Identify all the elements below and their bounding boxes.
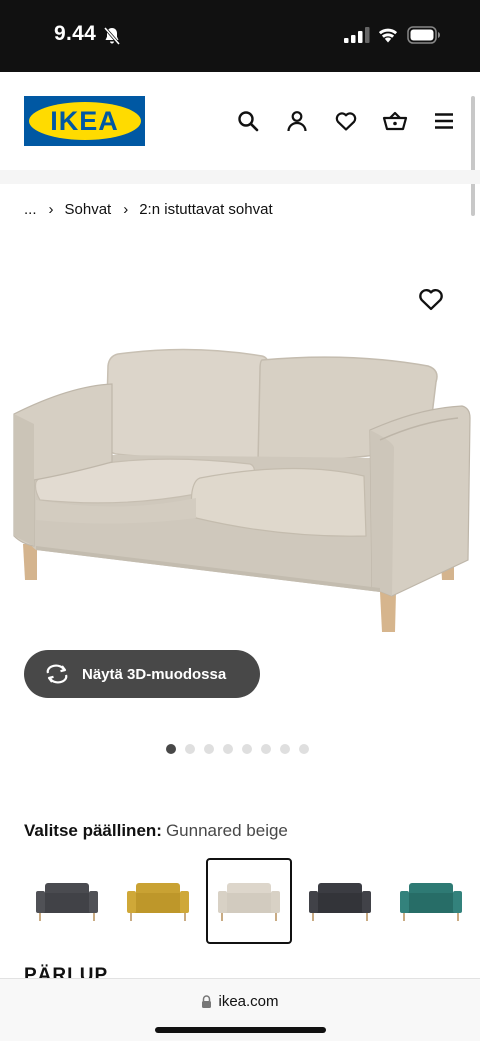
heart-icon: [419, 288, 443, 311]
wifi-icon: [377, 26, 399, 48]
url-domain: ikea.com: [218, 993, 279, 1010]
cover-selected-value: Gunnared beige: [165, 821, 288, 840]
cover-swatch-yellow[interactable]: [115, 858, 201, 944]
status-time: 9.44: [54, 22, 97, 45]
battery-icon: [407, 26, 441, 49]
header-divider: [0, 170, 480, 184]
breadcrumb-ellipsis[interactable]: ...: [24, 201, 37, 218]
lock-icon: [201, 995, 212, 1008]
status-bar: 9.44: [0, 0, 480, 72]
view-3d-label: Näytä 3D-muodossa: [82, 665, 227, 683]
home-indicator[interactable]: [155, 1027, 326, 1033]
logo-text: IKEA: [50, 105, 119, 136]
heart-icon[interactable]: [333, 108, 359, 134]
browser-url-bar[interactable]: ikea.com: [0, 978, 480, 1041]
view-3d-button[interactable]: Näytä 3D-muodossa: [24, 650, 260, 698]
add-to-wishlist-button[interactable]: [417, 285, 445, 313]
cover-swatch-charcoal[interactable]: [297, 858, 383, 944]
cover-selection-label: Valitse päällinen: Gunnared beige: [24, 821, 288, 841]
gallery-dot[interactable]: [166, 744, 176, 754]
site-header: IKEA: [0, 72, 480, 170]
search-icon[interactable]: [235, 108, 261, 134]
chevron-right-icon: ›: [48, 201, 54, 218]
gallery-dot[interactable]: [261, 744, 271, 754]
cover-swatch-list: [24, 858, 480, 944]
gallery-dot[interactable]: [280, 744, 290, 754]
breadcrumb-item-2-seat-sofas[interactable]: 2:n istuttavat sohvat: [139, 201, 272, 218]
gallery-dot[interactable]: [185, 744, 195, 754]
chevron-right-icon: ›: [123, 201, 129, 218]
cover-swatch-dark-gray[interactable]: [24, 858, 110, 944]
menu-icon[interactable]: [431, 108, 457, 134]
page-scrollbar[interactable]: [471, 96, 475, 216]
cover-swatch-teal[interactable]: [388, 858, 474, 944]
gallery-dot[interactable]: [242, 744, 252, 754]
basket-icon[interactable]: [382, 108, 408, 134]
bell-muted-icon: [102, 26, 122, 51]
gallery-dot[interactable]: [223, 744, 233, 754]
breadcrumb-item-sohvat[interactable]: Sohvat: [65, 201, 112, 218]
product-image[interactable]: [0, 330, 480, 650]
gallery-pagination: [166, 744, 318, 754]
gallery-dot[interactable]: [204, 744, 214, 754]
rotate-3d-icon: [44, 664, 70, 684]
cover-swatch-beige-selected[interactable]: [206, 858, 292, 944]
cover-label-text: Valitse päällinen:: [24, 821, 162, 840]
signal-icon: [344, 27, 370, 48]
gallery-dot[interactable]: [299, 744, 309, 754]
user-icon[interactable]: [284, 108, 310, 134]
ikea-logo[interactable]: IKEA: [24, 96, 145, 146]
breadcrumb: ... › Sohvat › 2:n istuttavat sohvat: [24, 201, 273, 218]
